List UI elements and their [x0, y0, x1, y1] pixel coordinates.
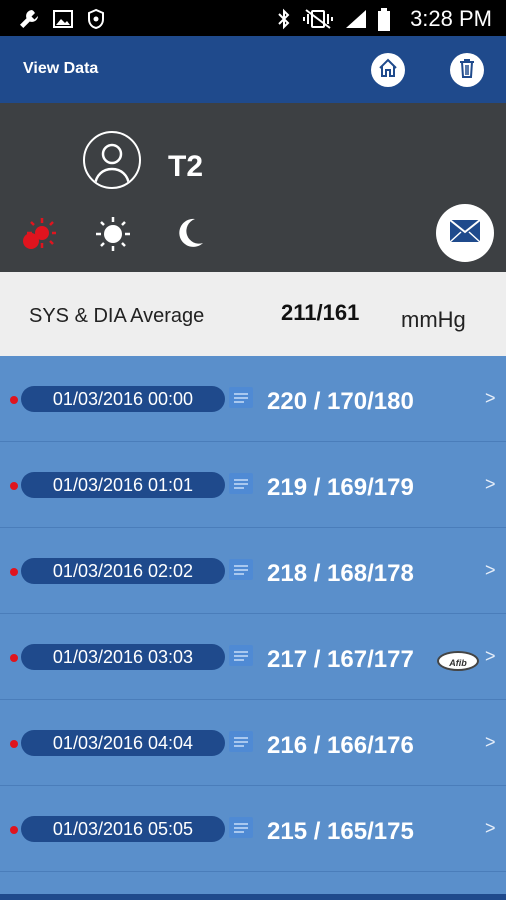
chevron-right-icon: > — [485, 560, 496, 580]
reading-value: 218 / 168/178 — [267, 560, 414, 587]
list-item[interactable]: 01/03/2016 00:00 220 / 170/180 > — [0, 356, 506, 442]
afib-badge: Afib — [437, 651, 479, 671]
average-unit: mmHg — [401, 307, 466, 332]
page-title: View Data — [23, 60, 99, 77]
chevron-right-icon: > — [485, 646, 496, 666]
note-icon[interactable] — [229, 645, 253, 666]
reading-value: 220 / 170/180 — [267, 388, 414, 415]
note-icon[interactable] — [229, 731, 253, 752]
alert-dot — [10, 654, 18, 662]
reading-date: 01/03/2016 03:03 — [21, 644, 225, 670]
list-item[interactable]: 01/03/2016 02:02 218 / 168/178 > — [0, 528, 506, 614]
status-time: 3:28 PM — [410, 6, 492, 31]
chevron-right-icon: > — [485, 818, 496, 838]
alert-dot — [10, 568, 18, 576]
reading-date: 01/03/2016 04:04 — [21, 730, 225, 756]
home-icon — [377, 57, 399, 84]
trash-icon — [457, 57, 477, 84]
mail-button[interactable] — [436, 204, 494, 262]
user-name: T2 — [168, 150, 204, 183]
image-icon — [52, 8, 74, 35]
mail-icon — [449, 218, 481, 248]
note-icon[interactable] — [229, 473, 253, 494]
list-item[interactable]: 01/03/2016 03:03 217 / 167/177 Afib > — [0, 614, 506, 700]
reading-date: 01/03/2016 01:01 — [21, 472, 225, 498]
status-bar: 3:28 PM — [0, 0, 506, 36]
user-avatar-icon[interactable] — [83, 131, 141, 189]
signal-icon — [344, 8, 368, 35]
note-icon[interactable] — [229, 387, 253, 408]
reading-list: 01/03/2016 00:00 220 / 170/180 > 01/03/2… — [0, 356, 506, 900]
reading-value: 219 / 169/179 — [267, 474, 414, 501]
reading-value: 216 / 166/176 — [267, 732, 414, 759]
alert-dot — [10, 740, 18, 748]
wrench-icon — [18, 8, 40, 35]
alert-dot — [10, 482, 18, 490]
list-item[interactable]: 01/03/2016 05:05 215 / 165/175 > — [0, 786, 506, 872]
reading-date: 01/03/2016 05:05 — [21, 816, 225, 842]
app-header: View Data — [0, 36, 506, 103]
sun-icon[interactable] — [95, 216, 131, 257]
reading-date: 01/03/2016 00:00 — [21, 386, 225, 412]
alert-dot — [10, 396, 18, 404]
profile-panel: T2 — [0, 103, 506, 272]
shield-icon — [86, 8, 106, 35]
average-value: 211/161 — [281, 300, 360, 325]
alert-dot — [10, 826, 18, 834]
chevron-right-icon: > — [485, 474, 496, 494]
reading-value: 217 / 167/177 — [267, 646, 414, 673]
moon-icon[interactable] — [173, 216, 205, 257]
morning-icon[interactable] — [20, 216, 56, 257]
bluetooth-icon — [276, 8, 292, 35]
note-icon[interactable] — [229, 559, 253, 580]
list-item[interactable]: 01/03/2016 01:01 219 / 169/179 > — [0, 442, 506, 528]
list-item[interactable]: 01/03/2016 04:04 216 / 166/176 > — [0, 700, 506, 786]
note-icon[interactable] — [229, 817, 253, 838]
vibrate-icon — [302, 8, 334, 35]
average-label: SYS & DIA Average — [29, 305, 205, 327]
chevron-right-icon: > — [485, 388, 496, 408]
home-button[interactable] — [371, 53, 405, 87]
list-bottom-edge — [0, 894, 506, 900]
chevron-right-icon: > — [485, 732, 496, 752]
average-bar: SYS & DIA Average 211/161 mmHg — [0, 272, 506, 356]
battery-icon — [377, 8, 391, 37]
reading-date: 01/03/2016 02:02 — [21, 558, 225, 584]
delete-button[interactable] — [450, 53, 484, 87]
reading-value: 215 / 165/175 — [267, 818, 414, 845]
